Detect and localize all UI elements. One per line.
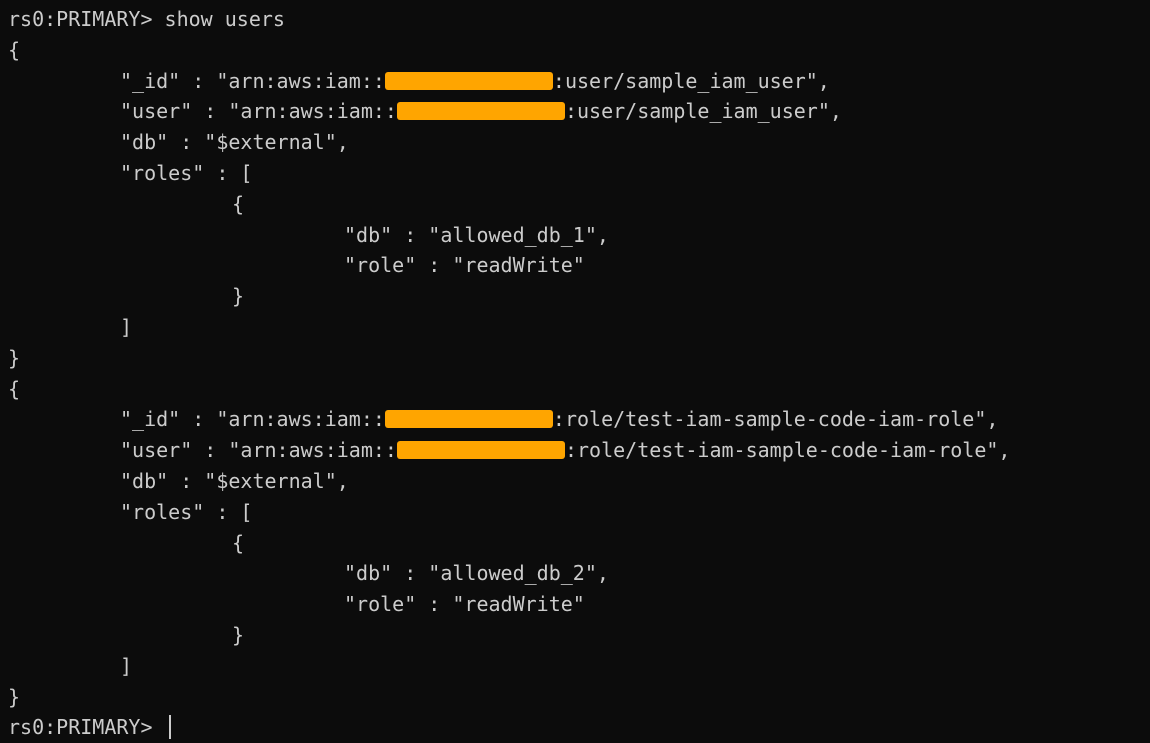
user-1-close-brace: } [8, 345, 21, 370]
command-text: show users [164, 7, 285, 31]
user-1-id-line: "_id" : "arn:aws:iam:::user/sample_iam_u… [8, 66, 1150, 97]
user-2-roles-open: "roles" : [ [8, 497, 1150, 528]
redacted-account-id [396, 441, 565, 460]
input-line[interactable]: rs0:PRIMARY> [8, 712, 1150, 743]
user-1-roles-close-text: ] [120, 314, 133, 339]
user-2-close-brace: } [8, 684, 21, 709]
user-1-role-role: "role" : "readWrite" [8, 250, 1150, 281]
user-1-user-line: "user" : "arn:aws:iam:::user/sample_iam_… [8, 96, 1150, 127]
user-1-roles-close: ] [8, 312, 1150, 343]
user-1-role-db-text: "db" : "allowed_db_1", [344, 222, 609, 247]
user-2-role-open-text: { [232, 530, 245, 555]
command-line: rs0:PRIMARY> show users [8, 4, 1150, 35]
user-2-role-close-text: } [232, 622, 245, 647]
user-2-id-line: "_id" : "arn:aws:iam:::role/test-iam-sam… [8, 404, 1150, 435]
user-2-roles-open-text: "roles" : [ [120, 499, 253, 524]
redacted-account-id [384, 71, 553, 90]
user-2-roles-close-text: ] [120, 653, 133, 678]
shell-prompt: rs0:PRIMARY> [8, 715, 153, 740]
user-1-roles-open: "roles" : [ [8, 158, 1150, 189]
text-cursor [168, 715, 171, 740]
user-1-open-brace: { [8, 37, 21, 62]
user-1-role-close: } [8, 281, 1150, 312]
user-1-roles-open-text: "roles" : [ [120, 160, 253, 185]
user-1-db-text: "db" : "$external", [120, 130, 349, 155]
user-2-open-brace: { [8, 376, 21, 401]
user-1-user-prefix: "user" : "arn:aws:iam:: [120, 99, 397, 124]
user-1-id-suffix: :user/sample_iam_user", [552, 68, 830, 93]
user-1-role-db: "db" : "allowed_db_1", [8, 220, 1150, 251]
user-2-db-line: "db" : "$external", [8, 466, 1150, 497]
user-2-role-role: "role" : "readWrite" [8, 589, 1150, 620]
user-2-role-close: } [8, 620, 1150, 651]
user-2-role-db: "db" : "allowed_db_2", [8, 558, 1150, 589]
user-1-role-open-text: { [232, 191, 245, 216]
terminal-window[interactable]: rs0:PRIMARY> show users { "_id" : "arn:a… [0, 0, 1150, 740]
user-2-user-line: "user" : "arn:aws:iam:::role/test-iam-sa… [8, 435, 1150, 466]
user-1-role-open: { [8, 189, 1150, 220]
user-2-user-prefix: "user" : "arn:aws:iam:: [120, 438, 397, 463]
user-2-role-open: { [8, 528, 1150, 559]
user-2-id-prefix: "_id" : "arn:aws:iam:: [120, 407, 385, 432]
redacted-account-id [384, 410, 553, 429]
user-2-roles-close: ] [8, 651, 1150, 682]
user-2-role-role-text: "role" : "readWrite" [344, 592, 585, 617]
user-1-role-close-text: } [232, 284, 245, 309]
user-1-user-suffix: :user/sample_iam_user", [564, 99, 842, 124]
user-2-db-text: "db" : "$external", [120, 468, 349, 493]
user-2-id-suffix: :role/test-iam-sample-code-iam-role", [552, 407, 999, 432]
redacted-account-id [396, 102, 565, 121]
user-1-id-prefix: "_id" : "arn:aws:iam:: [120, 68, 385, 93]
user-1-role-role-text: "role" : "readWrite" [344, 253, 585, 278]
shell-prompt: rs0:PRIMARY> [8, 7, 153, 31]
user-2-user-suffix: :role/test-iam-sample-code-iam-role", [564, 438, 1011, 463]
user-1-db-line: "db" : "$external", [8, 127, 1150, 158]
user-2-role-db-text: "db" : "allowed_db_2", [344, 561, 609, 586]
